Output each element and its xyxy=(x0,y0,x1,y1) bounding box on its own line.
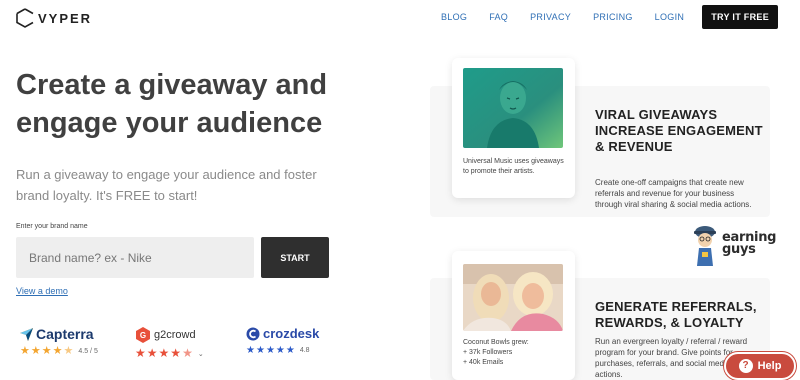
g2-logo-icon: G xyxy=(136,327,150,343)
brand-name-label: Enter your brand name xyxy=(16,223,88,230)
crozdesk-badge[interactable]: crozdesk ★ ★ ★ ★ ★ 4.8 xyxy=(246,326,319,356)
star-icon: ★ xyxy=(20,345,30,357)
star-icon: ★ xyxy=(52,345,63,357)
star-icon: ★ xyxy=(275,345,285,356)
hexagon-logo-icon xyxy=(16,8,34,28)
star-icon: ★ xyxy=(170,346,182,360)
universal-music-card: Universal Music uses giveaways to promot… xyxy=(452,58,575,198)
capterra-arrow-icon xyxy=(20,327,33,341)
top-nav: BLOG FAQ PRIVACY PRICING LOGIN TRY IT FR… xyxy=(419,5,778,29)
help-label: Help xyxy=(757,360,782,372)
svg-text:G: G xyxy=(140,331,146,340)
hero-headline: Create a giveaway and engage your audien… xyxy=(16,69,328,139)
coconut-bowls-card: Coconut Bowls grew: + 37k Followers + 40… xyxy=(452,251,575,380)
watermark-line-2: guys xyxy=(722,242,756,257)
hero-subhead: Run a giveaway to engage your audience a… xyxy=(16,167,317,203)
g2crowd-badge[interactable]: G g2crowd ★ ★ ★ ★ ★ ⌄ xyxy=(135,326,204,359)
star-icon: ★ xyxy=(158,346,170,360)
nav-pricing[interactable]: PRICING xyxy=(593,5,633,29)
capterra-label: Capterra xyxy=(36,326,94,342)
feature-title: VIRAL GIVEAWAYS INCREASE ENGAGEMENT & RE… xyxy=(595,107,763,154)
g2crowd-label: g2crowd xyxy=(154,329,196,341)
star-icon: ★ xyxy=(135,346,146,360)
artist-photo xyxy=(463,68,563,148)
crozdesk-label: crozdesk xyxy=(263,326,320,341)
feature-title: GENERATE REFERRALS, REWARDS, & LOYALTY xyxy=(595,299,757,330)
help-button[interactable]: ? Help xyxy=(724,352,796,380)
question-mark-icon: ? xyxy=(738,359,753,373)
card-caption: Universal Music uses giveaways to promot… xyxy=(463,158,564,175)
nav-privacy[interactable]: PRIVACY xyxy=(530,5,571,29)
crozdesk-rating: 4.8 xyxy=(299,347,310,354)
try-it-free-button[interactable]: TRY IT FREE xyxy=(702,5,778,29)
earning-guys-watermark: earning guys xyxy=(690,222,776,266)
crozdesk-stars: ★ ★ ★ ★ ★ 4.8 xyxy=(246,345,319,356)
star-icon: ★ xyxy=(255,345,265,356)
brand-name: VYPER xyxy=(38,10,93,26)
star-icon: ★ xyxy=(246,345,255,356)
nav-faq[interactable]: FAQ xyxy=(489,5,508,29)
half-star-icon: ★ xyxy=(63,345,74,357)
start-button[interactable]: START xyxy=(261,237,329,278)
star-icon: ★ xyxy=(41,345,52,357)
chevron-down-icon: ⌄ xyxy=(197,350,204,358)
view-demo-link[interactable]: View a demo xyxy=(16,286,68,296)
brand-name-input[interactable] xyxy=(16,237,254,278)
star-icon: ★ xyxy=(30,345,41,357)
nav-blog[interactable]: BLOG xyxy=(441,5,467,29)
g2crowd-stars: ★ ★ ★ ★ ★ ⌄ xyxy=(135,346,204,360)
star-icon: ★ xyxy=(146,346,158,360)
capterra-badge[interactable]: Capterra ★ ★ ★ ★ ★ 4.5 / 5 xyxy=(20,326,98,357)
vyper-logo[interactable]: VYPER xyxy=(16,8,92,28)
card-caption: Coconut Bowls grew: + 37k Followers + 40… xyxy=(463,339,529,366)
star-icon: ★ xyxy=(265,345,275,356)
half-star-icon: ★ xyxy=(182,346,193,360)
star-icon: ★ xyxy=(285,345,295,356)
mascot-icon xyxy=(694,226,716,266)
capterra-stars: ★ ★ ★ ★ ★ 4.5 / 5 xyxy=(20,346,98,357)
feature-description: Create one-off campaigns that create new… xyxy=(595,178,752,209)
nav-login[interactable]: LOGIN xyxy=(655,5,685,29)
capterra-rating: 4.5 / 5 xyxy=(78,348,98,355)
customer-photo xyxy=(463,264,563,331)
crozdesk-logo-icon xyxy=(246,327,260,340)
